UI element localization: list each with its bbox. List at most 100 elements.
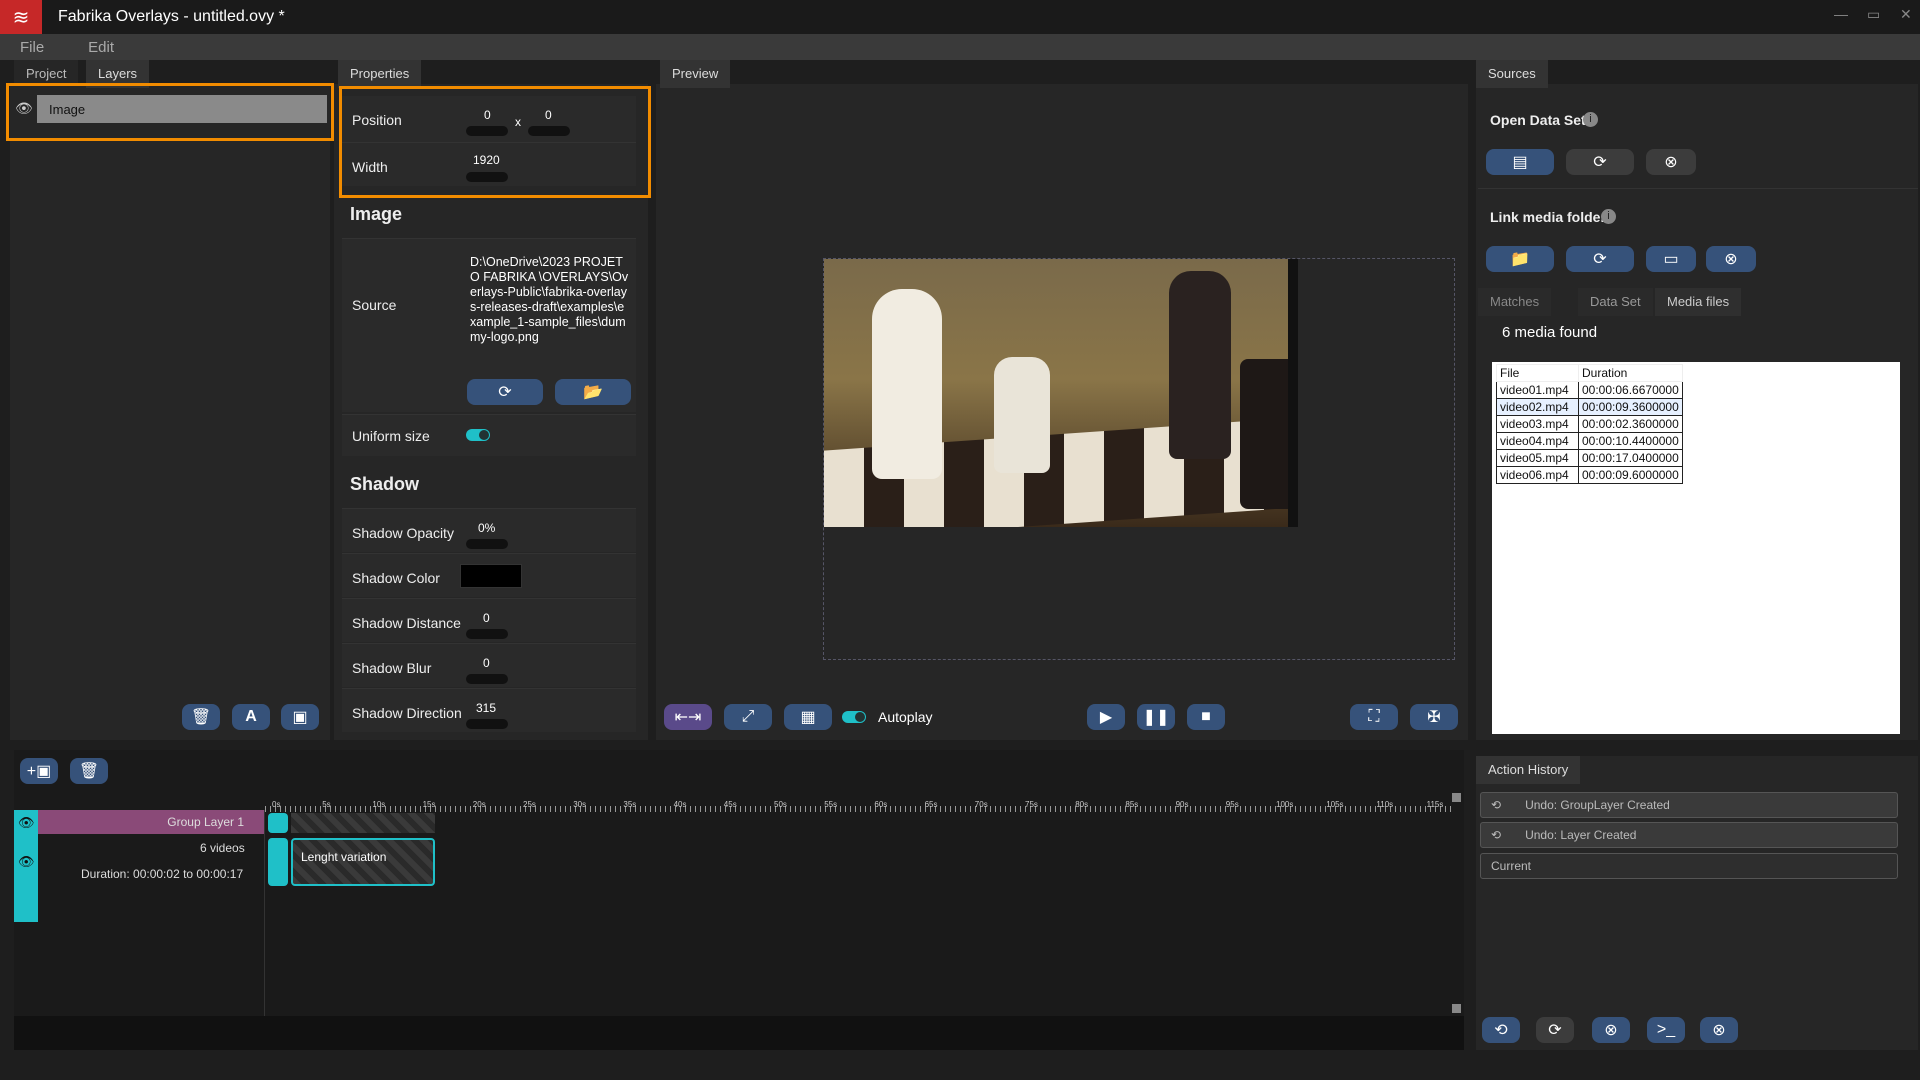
- timeline-tick: 115s: [1426, 800, 1444, 809]
- history-item[interactable]: ⟲ Undo: Layer Created: [1480, 822, 1898, 848]
- shadow-distance-row: Shadow Distance 0: [342, 598, 636, 642]
- menu-file[interactable]: File: [20, 39, 44, 56]
- timeline-tick: 35s: [623, 800, 637, 809]
- tab-sources[interactable]: Sources: [1476, 60, 1548, 88]
- uniform-size-label: Uniform size: [352, 428, 430, 444]
- eye-icon[interactable]: 👁: [15, 100, 33, 117]
- eye-icon[interactable]: 👁: [18, 854, 35, 870]
- reload-data-button[interactable]: ⟳: [1566, 149, 1634, 175]
- shadow-direction-slider[interactable]: [466, 719, 508, 729]
- timeline-tick: 65s: [924, 800, 938, 809]
- layers-panel: [10, 84, 330, 740]
- shadow-direction-row: Shadow Direction 315: [342, 688, 636, 732]
- shadow-blur-label: Shadow Blur: [352, 660, 432, 676]
- media-table: File Duration video01.mp4 00:00:06.6670000…: [1496, 364, 1683, 484]
- window-title: Fabrika Overlays - untitled.ovy *: [58, 8, 285, 25]
- table-row[interactable]: video05.mp4 00:00:17.0400000: [1496, 449, 1683, 467]
- width-row: Width 1920: [342, 142, 636, 186]
- image-edge: [1288, 259, 1298, 527]
- minimize-button[interactable]: —: [1834, 6, 1848, 22]
- autoplay-toggle[interactable]: [842, 711, 866, 723]
- tab-properties[interactable]: Properties: [338, 60, 422, 88]
- pause-button[interactable]: ❚❚: [1137, 704, 1175, 730]
- table-row[interactable]: video01.mp4 00:00:06.6670000: [1496, 381, 1683, 399]
- media-found-label: 6 media found: [1502, 324, 1598, 341]
- shadow-distance-slider[interactable]: [466, 629, 508, 639]
- clip-marker[interactable]: [268, 838, 288, 886]
- width-slider[interactable]: [466, 172, 508, 182]
- grid-button[interactable]: ▦: [784, 704, 832, 730]
- width-label: Width: [352, 159, 388, 175]
- menu-edit[interactable]: Edit: [88, 39, 114, 56]
- media-table-container: File Duration video01.mp4 00:00:06.6670000…: [1492, 362, 1900, 734]
- fit-width-button[interactable]: ⇤⇥: [664, 704, 712, 730]
- source-row: Source D:\OneDrive\2023 PROJETO FABRIKA …: [342, 238, 636, 412]
- shadow-color-label: Shadow Color: [352, 570, 440, 586]
- timeline-tick: 0s: [272, 800, 281, 809]
- position-separator: x: [515, 115, 521, 129]
- table-row[interactable]: video06.mp4 00:00:09.6000000: [1496, 466, 1683, 484]
- play-button[interactable]: ▶: [1087, 704, 1125, 730]
- tab-media-files[interactable]: Media files: [1655, 288, 1742, 316]
- position-y-value: 0: [545, 108, 552, 122]
- tab-data-set[interactable]: Data Set: [1578, 288, 1653, 316]
- stop-button[interactable]: ■: [1187, 704, 1225, 730]
- shadow-opacity-row: Shadow Opacity 0%: [342, 508, 636, 552]
- eye-icon[interactable]: 👁: [18, 815, 35, 831]
- tab-action-history[interactable]: Action History: [1476, 756, 1581, 784]
- divider: [1478, 188, 1918, 189]
- scroll-down-icon[interactable]: [1452, 1004, 1461, 1013]
- history-item[interactable]: ⟲ Undo: GroupLayer Created: [1480, 792, 1898, 818]
- clear-history-button[interactable]: ⊗: [1592, 1017, 1630, 1043]
- shadow-blur-slider[interactable]: [466, 674, 508, 684]
- timeline-footer: [14, 1016, 1464, 1050]
- duration-range: Duration: 00:00:02 to 00:00:17: [81, 867, 244, 881]
- shrink-button[interactable]: ✠: [1410, 704, 1458, 730]
- group-layer-row[interactable]: Group Layer 1: [38, 810, 264, 834]
- table-row[interactable]: video03.mp4 00:00:02.3600000: [1496, 415, 1683, 433]
- add-image-button[interactable]: ▣: [281, 704, 319, 730]
- group-clip[interactable]: [291, 813, 435, 833]
- position-x-value: 0: [484, 108, 491, 122]
- open-folder-button[interactable]: 📁: [1486, 246, 1554, 272]
- save-media-button[interactable]: ▭: [1646, 246, 1696, 272]
- width-value: 1920: [473, 153, 500, 167]
- group-clip-marker[interactable]: [268, 813, 288, 833]
- open-file-button[interactable]: ▤: [1486, 149, 1554, 175]
- add-text-button[interactable]: A: [232, 704, 270, 730]
- fullscreen-button[interactable]: ⛶: [1350, 704, 1398, 730]
- layer-item-image[interactable]: Image: [37, 95, 327, 123]
- expand-button[interactable]: ⤢: [724, 704, 772, 730]
- timeline-tick: 75s: [1025, 800, 1038, 809]
- console-button[interactable]: >_: [1647, 1017, 1685, 1043]
- redo-button[interactable]: ⟳: [1536, 1017, 1574, 1043]
- timeline-tick: 95s: [1225, 800, 1239, 809]
- shadow-opacity-slider[interactable]: [466, 539, 508, 549]
- delete-layer-button[interactable]: 🗑: [182, 704, 220, 730]
- history-current[interactable]: Current: [1480, 853, 1898, 879]
- uniform-size-toggle[interactable]: [466, 429, 490, 441]
- scroll-up-icon[interactable]: [1452, 793, 1461, 802]
- shadow-color-swatch[interactable]: [460, 564, 522, 588]
- length-variation-clip[interactable]: Lenght variation: [291, 838, 435, 886]
- tab-preview[interactable]: Preview: [660, 60, 731, 88]
- position-y-slider[interactable]: [528, 126, 570, 136]
- close-button[interactable]: ✕: [1900, 6, 1912, 23]
- position-x-slider[interactable]: [466, 126, 508, 136]
- clear-media-button[interactable]: ⊗: [1706, 246, 1756, 272]
- reload-source-button[interactable]: ⟳: [467, 379, 543, 405]
- reload-media-button[interactable]: ⟳: [1566, 246, 1634, 272]
- undo-button[interactable]: ⟲: [1482, 1017, 1520, 1043]
- table-row[interactable]: video02.mp4 00:00:09.3600000: [1496, 398, 1683, 416]
- maximize-button[interactable]: ▭: [1867, 6, 1880, 23]
- tab-matches[interactable]: Matches: [1478, 288, 1552, 316]
- add-group-button[interactable]: +▣: [20, 758, 58, 784]
- table-row[interactable]: video04.mp4 00:00:10.4400000: [1496, 432, 1683, 450]
- delete-group-button[interactable]: 🗑: [70, 758, 108, 784]
- videos-count: 6 videos: [200, 841, 245, 855]
- clear-data-button[interactable]: ⊗: [1646, 149, 1696, 175]
- timeline-tick: 85s: [1125, 800, 1139, 809]
- group-layer-label: Group Layer 1: [167, 815, 244, 829]
- close-history-button[interactable]: ⊗: [1700, 1017, 1738, 1043]
- browse-source-button[interactable]: 📂: [555, 379, 631, 405]
